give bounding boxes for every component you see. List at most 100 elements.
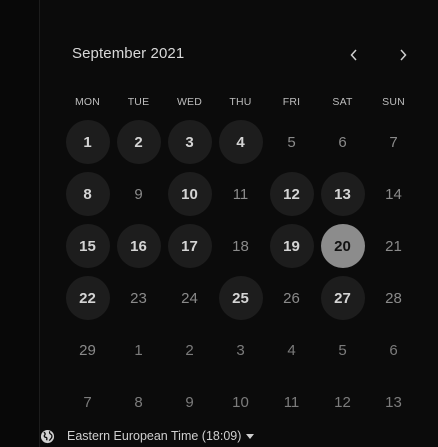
available-day[interactable]: 17 [167,224,212,268]
day-cell: 6 [317,116,368,168]
unavailable-day: 1 [134,341,143,359]
globe-icon [40,429,55,443]
day-cell: 9 [164,376,215,428]
day-cell: 12 [317,376,368,428]
day-cell: 7 [368,116,419,168]
caret-down-icon [246,433,255,439]
unavailable-day: 3 [236,341,245,359]
unavailable-day: 24 [181,289,198,307]
unavailable-day: 9 [134,185,143,203]
day-cell[interactable]: 10 [164,168,215,220]
selected-day[interactable]: 20 [320,224,365,268]
unavailable-day: 2 [185,341,194,359]
unavailable-day: 12 [334,393,351,411]
unavailable-day: 23 [130,289,147,307]
day-cell[interactable]: 27 [317,272,368,324]
unavailable-day: 7 [389,133,398,151]
weekday-sun: SUN [382,96,405,108]
day-cell[interactable]: 12 [266,168,317,220]
left-sidebar [0,0,40,447]
day-cell: 1 [113,324,164,376]
calendar-header: September 2021 [72,44,424,66]
unavailable-day: 29 [79,341,96,359]
day-cell: 14 [368,168,419,220]
day-cell[interactable]: 13 [317,168,368,220]
weekday-sat: SAT [332,96,353,108]
weekday-mon: MON [74,96,101,108]
unavailable-day: 8 [134,393,143,411]
unavailable-day: 9 [185,393,194,411]
day-cell[interactable]: 19 [266,220,317,272]
unavailable-day: 5 [287,133,296,151]
day-cell: 10 [215,376,266,428]
day-cell: 24 [164,272,215,324]
weekday-wed: WED [176,96,203,108]
chevron-right-icon [400,49,407,61]
day-cell: 7 [62,376,113,428]
chevron-left-icon [350,49,357,61]
unavailable-day: 6 [338,133,347,151]
weekday-header-row: MON TUE WED THU FRI SAT SUN [62,96,426,108]
day-cell[interactable]: 3 [164,116,215,168]
available-day[interactable]: 22 [65,276,110,320]
next-month-button[interactable] [392,44,414,66]
previous-month-button[interactable] [343,44,365,66]
day-cell: 3 [215,324,266,376]
available-day[interactable]: 15 [65,224,110,268]
day-cell[interactable]: 1 [62,116,113,168]
available-day[interactable]: 4 [218,120,263,164]
available-day[interactable]: 16 [116,224,161,268]
day-cell: 11 [215,168,266,220]
available-day[interactable]: 12 [269,172,314,216]
available-day[interactable]: 19 [269,224,314,268]
day-cell[interactable]: 25 [215,272,266,324]
available-day[interactable]: 27 [320,276,365,320]
day-cell: 26 [266,272,317,324]
weekday-thu: THU [229,96,252,108]
unavailable-day: 7 [83,393,92,411]
available-day[interactable]: 10 [167,172,212,216]
available-day[interactable]: 13 [320,172,365,216]
day-cell[interactable]: 16 [113,220,164,272]
available-day[interactable]: 3 [167,120,212,164]
day-cell[interactable]: 2 [113,116,164,168]
day-cell: 8 [113,376,164,428]
unavailable-day: 11 [283,393,300,411]
month-title: September 2021 [72,45,185,62]
unavailable-day: 13 [385,393,402,411]
unavailable-day: 14 [385,185,402,203]
day-cell: 2 [164,324,215,376]
day-cell: 4 [266,324,317,376]
day-cell[interactable]: 15 [62,220,113,272]
available-day[interactable]: 2 [116,120,161,164]
unavailable-day: 5 [338,341,347,359]
day-cell: 28 [368,272,419,324]
unavailable-day: 26 [283,289,300,307]
day-cell: 21 [368,220,419,272]
available-day[interactable]: 1 [65,120,110,164]
unavailable-day: 21 [385,237,402,255]
day-cell[interactable]: 20 [317,220,368,272]
available-day[interactable]: 8 [65,172,110,216]
day-cell: 5 [266,116,317,168]
day-cell: 29 [62,324,113,376]
day-cell: 9 [113,168,164,220]
day-cell[interactable]: 17 [164,220,215,272]
scheduler-panel: September 2021 MON TUE WED THU FRI SAT S… [0,0,438,447]
day-cell: 23 [113,272,164,324]
unavailable-day: 18 [232,237,249,255]
unavailable-day: 11 [232,185,249,203]
day-cell: 13 [368,376,419,428]
day-grid: 1 2 3 4 5 6 7 8 9 10 11 12 13 14 15 16 17 18 19 20 21 22 23 24 2… [62,116,419,428]
unavailable-day: 6 [389,341,398,359]
unavailable-day: 10 [232,393,249,411]
weekday-tue: TUE [127,96,150,108]
date-picker-calendar: September 2021 MON TUE WED THU FRI SAT S… [40,0,438,447]
day-cell[interactable]: 8 [62,168,113,220]
timezone-selector[interactable]: Eastern European Time (18:09) [40,427,255,445]
unavailable-day: 4 [287,341,296,359]
day-cell: 5 [317,324,368,376]
available-day[interactable]: 25 [218,276,263,320]
day-cell[interactable]: 22 [62,272,113,324]
day-cell[interactable]: 4 [215,116,266,168]
